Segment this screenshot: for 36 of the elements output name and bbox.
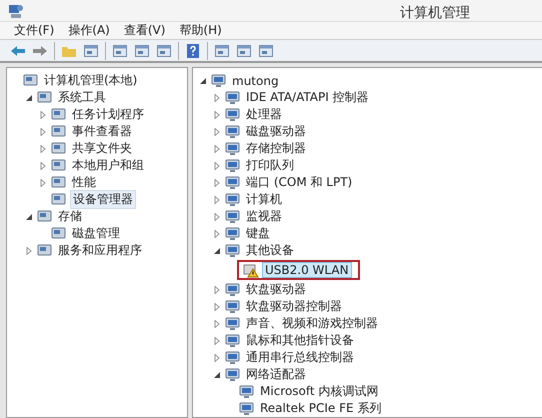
tree-item[interactable]: 磁盘管理 <box>70 225 122 242</box>
tree-item[interactable]: 软盘驱动器 <box>244 281 308 298</box>
tree-item[interactable]: 声音、视频和游戏控制器 <box>244 315 380 332</box>
tree-item[interactable]: 存储 <box>56 208 84 225</box>
tree-item[interactable]: USB2.0 WLAN <box>262 262 352 278</box>
tree-item[interactable]: 软盘驱动器控制器 <box>244 298 344 315</box>
menu-item[interactable]: 帮助(H) <box>179 22 222 39</box>
tree-item[interactable]: 性能 <box>70 174 98 191</box>
tree-item[interactable]: 存储控制器 <box>244 140 308 157</box>
tree-item[interactable]: mutong <box>230 74 281 88</box>
tree-item[interactable]: 网络适配器 <box>244 366 308 383</box>
tree-item[interactable]: 其他设备 <box>244 242 296 259</box>
tree-item[interactable]: 处理器 <box>244 106 284 123</box>
tree-item[interactable]: Microsoft 内核调试网 <box>258 383 380 400</box>
tree-item[interactable]: Realtek PCIe FE 系列 <box>258 400 384 417</box>
menu-item[interactable]: 操作(A) <box>68 22 110 39</box>
menu-item[interactable]: 文件(F) <box>14 22 54 39</box>
tree-item[interactable]: 鼠标和其他指针设备 <box>244 332 356 349</box>
tree-item[interactable]: 计算机管理(本地) <box>42 72 140 89</box>
tree-item[interactable]: 事件查看器 <box>70 123 134 140</box>
window-title: 计算机管理 <box>400 4 470 22</box>
tree-item[interactable]: 键盘 <box>244 225 272 242</box>
tree-item[interactable]: 任务计划程序 <box>70 106 146 123</box>
tree-item[interactable]: 磁盘驱动器 <box>244 123 308 140</box>
tree-item[interactable]: 本地用户和组 <box>70 157 146 174</box>
tree-item[interactable]: IDE ATA/ATAPI 控制器 <box>244 89 371 106</box>
menu-item[interactable]: 查看(V) <box>124 22 166 39</box>
tree-item[interactable]: 共享文件夹 <box>70 140 134 157</box>
tree-item[interactable]: 服务和应用程序 <box>56 242 144 259</box>
tree-item[interactable]: 计算机 <box>244 191 284 208</box>
tree-item[interactable]: 监视器 <box>244 208 284 225</box>
tree-item[interactable]: 端口 (COM 和 LPT) <box>244 174 354 191</box>
tree-item[interactable]: 通用串行总线控制器 <box>244 349 356 366</box>
tree-item[interactable]: 设备管理器 <box>70 190 136 209</box>
tree-item[interactable]: 系统工具 <box>56 89 108 106</box>
tree-item[interactable]: 打印队列 <box>244 157 296 174</box>
